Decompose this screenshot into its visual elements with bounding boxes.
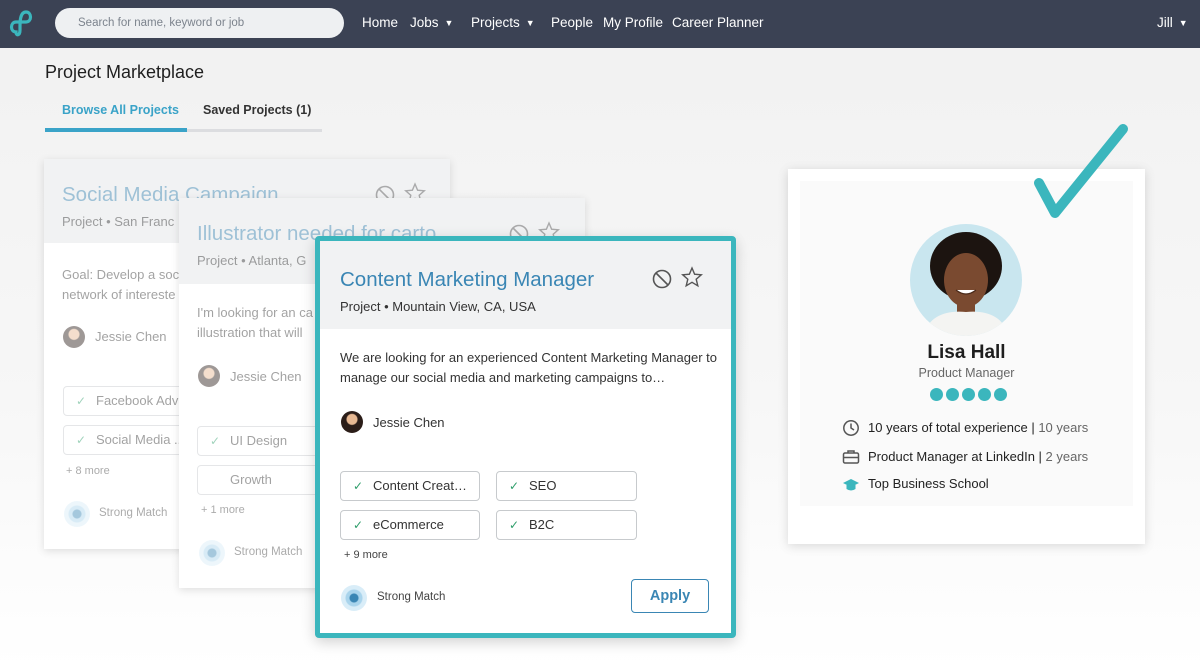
more-skills[interactable]: + 9 more <box>344 549 388 561</box>
skill-pill: ✓ B2C <box>496 510 637 540</box>
check-icon: ✓ <box>210 434 221 448</box>
caret-down-icon: ▼ <box>525 18 535 28</box>
person-name: Jessie Chen <box>230 369 302 384</box>
nav-home[interactable]: Home <box>362 0 398 48</box>
card-description: I'm looking for an ca illustration that … <box>197 305 313 340</box>
person-name: Jessie Chen <box>373 415 445 430</box>
experience-line: 10 years of total experience | 10 years <box>868 420 1089 435</box>
caret-down-icon: ▼ <box>444 18 454 28</box>
match-icon <box>199 540 225 566</box>
match-label: Strong Match <box>377 591 446 603</box>
card-meta: Project • Mountain View, CA, USA <box>340 299 536 314</box>
logo-icon[interactable] <box>6 8 36 40</box>
avatar <box>63 326 85 348</box>
top-navigation-bar: Search for name, keyword or job Home Job… <box>0 0 1200 48</box>
tab-saved-projects[interactable]: Saved Projects (1) <box>203 103 311 117</box>
profile-role: Product Manager <box>918 366 1015 380</box>
skill-pill: ✓ Content Creat… <box>340 471 480 501</box>
card-description: We are looking for an experienced Conten… <box>340 350 717 385</box>
check-icon: ✓ <box>353 518 364 532</box>
skill-pill: ✓ eCommerce <box>340 510 480 540</box>
briefcase-icon <box>842 450 860 464</box>
match-icon <box>64 501 90 527</box>
card-title[interactable]: Content Marketing Manager <box>340 268 594 292</box>
avatar <box>341 411 363 433</box>
candidate-profile-card[interactable]: Lisa Hall Product Manager 10 years of to… <box>788 169 1145 544</box>
check-icon: ✓ <box>509 518 520 532</box>
project-card-content-marketing[interactable]: Content Marketing Manager Project • Moun… <box>315 236 736 638</box>
active-tab-indicator <box>45 128 187 132</box>
apply-button[interactable]: Apply <box>631 579 709 613</box>
avatar <box>198 365 220 387</box>
search-input[interactable]: Search for name, keyword or job <box>55 8 344 38</box>
page-title: Project Marketplace <box>45 62 205 82</box>
skill-pill: ✓ Facebook Adv <box>63 386 183 416</box>
star-icon[interactable] <box>681 266 703 288</box>
check-icon: ✓ <box>76 433 87 447</box>
match-label: Strong Match <box>234 546 303 558</box>
card-meta: Project • San Franc <box>62 214 175 229</box>
nav-jobs[interactable]: Jobs ▼ <box>410 0 453 48</box>
more-skills[interactable]: + 8 more <box>66 465 110 477</box>
card-description: Goal: Develop a soc network of intereste <box>62 267 180 302</box>
check-icon: ✓ <box>353 479 364 493</box>
ban-icon[interactable] <box>651 268 673 290</box>
skill-pill: ✓ SEO <box>496 471 637 501</box>
avatar <box>910 224 1022 336</box>
match-icon <box>341 585 367 611</box>
check-icon <box>1034 124 1128 218</box>
card-meta: Project • Atlanta, G <box>197 253 307 268</box>
caret-down-icon: ▼ <box>1178 18 1188 28</box>
profile-name[interactable]: Lisa Hall <box>788 342 1145 364</box>
check-icon: ✓ <box>509 479 520 493</box>
skill-pill: ✓ UI Design <box>197 426 327 456</box>
check-icon: ✓ <box>76 394 87 408</box>
more-skills[interactable]: + 1 more <box>201 504 245 516</box>
person-name: Jessie Chen <box>95 329 167 344</box>
education-line: Top Business School <box>868 476 989 491</box>
nav-projects[interactable]: Projects ▼ <box>471 0 535 48</box>
skill-pill: ✓ Social Media ... <box>63 425 183 455</box>
nav-people[interactable]: People <box>551 0 593 48</box>
user-menu[interactable]: Jill ▼ <box>1157 0 1188 48</box>
position-line: Product Manager at LinkedIn | 2 years <box>868 449 1089 464</box>
match-label: Strong Match <box>99 507 168 519</box>
clock-icon <box>843 420 859 436</box>
skill-pill: Growth <box>197 465 327 495</box>
rating-dots <box>930 388 1010 402</box>
nav-my-profile[interactable]: My Profile <box>603 0 663 48</box>
nav-career-planner[interactable]: Career Planner <box>672 0 764 48</box>
tab-browse-all-projects[interactable]: Browse All Projects <box>62 103 179 117</box>
graduation-cap-icon <box>843 479 859 491</box>
